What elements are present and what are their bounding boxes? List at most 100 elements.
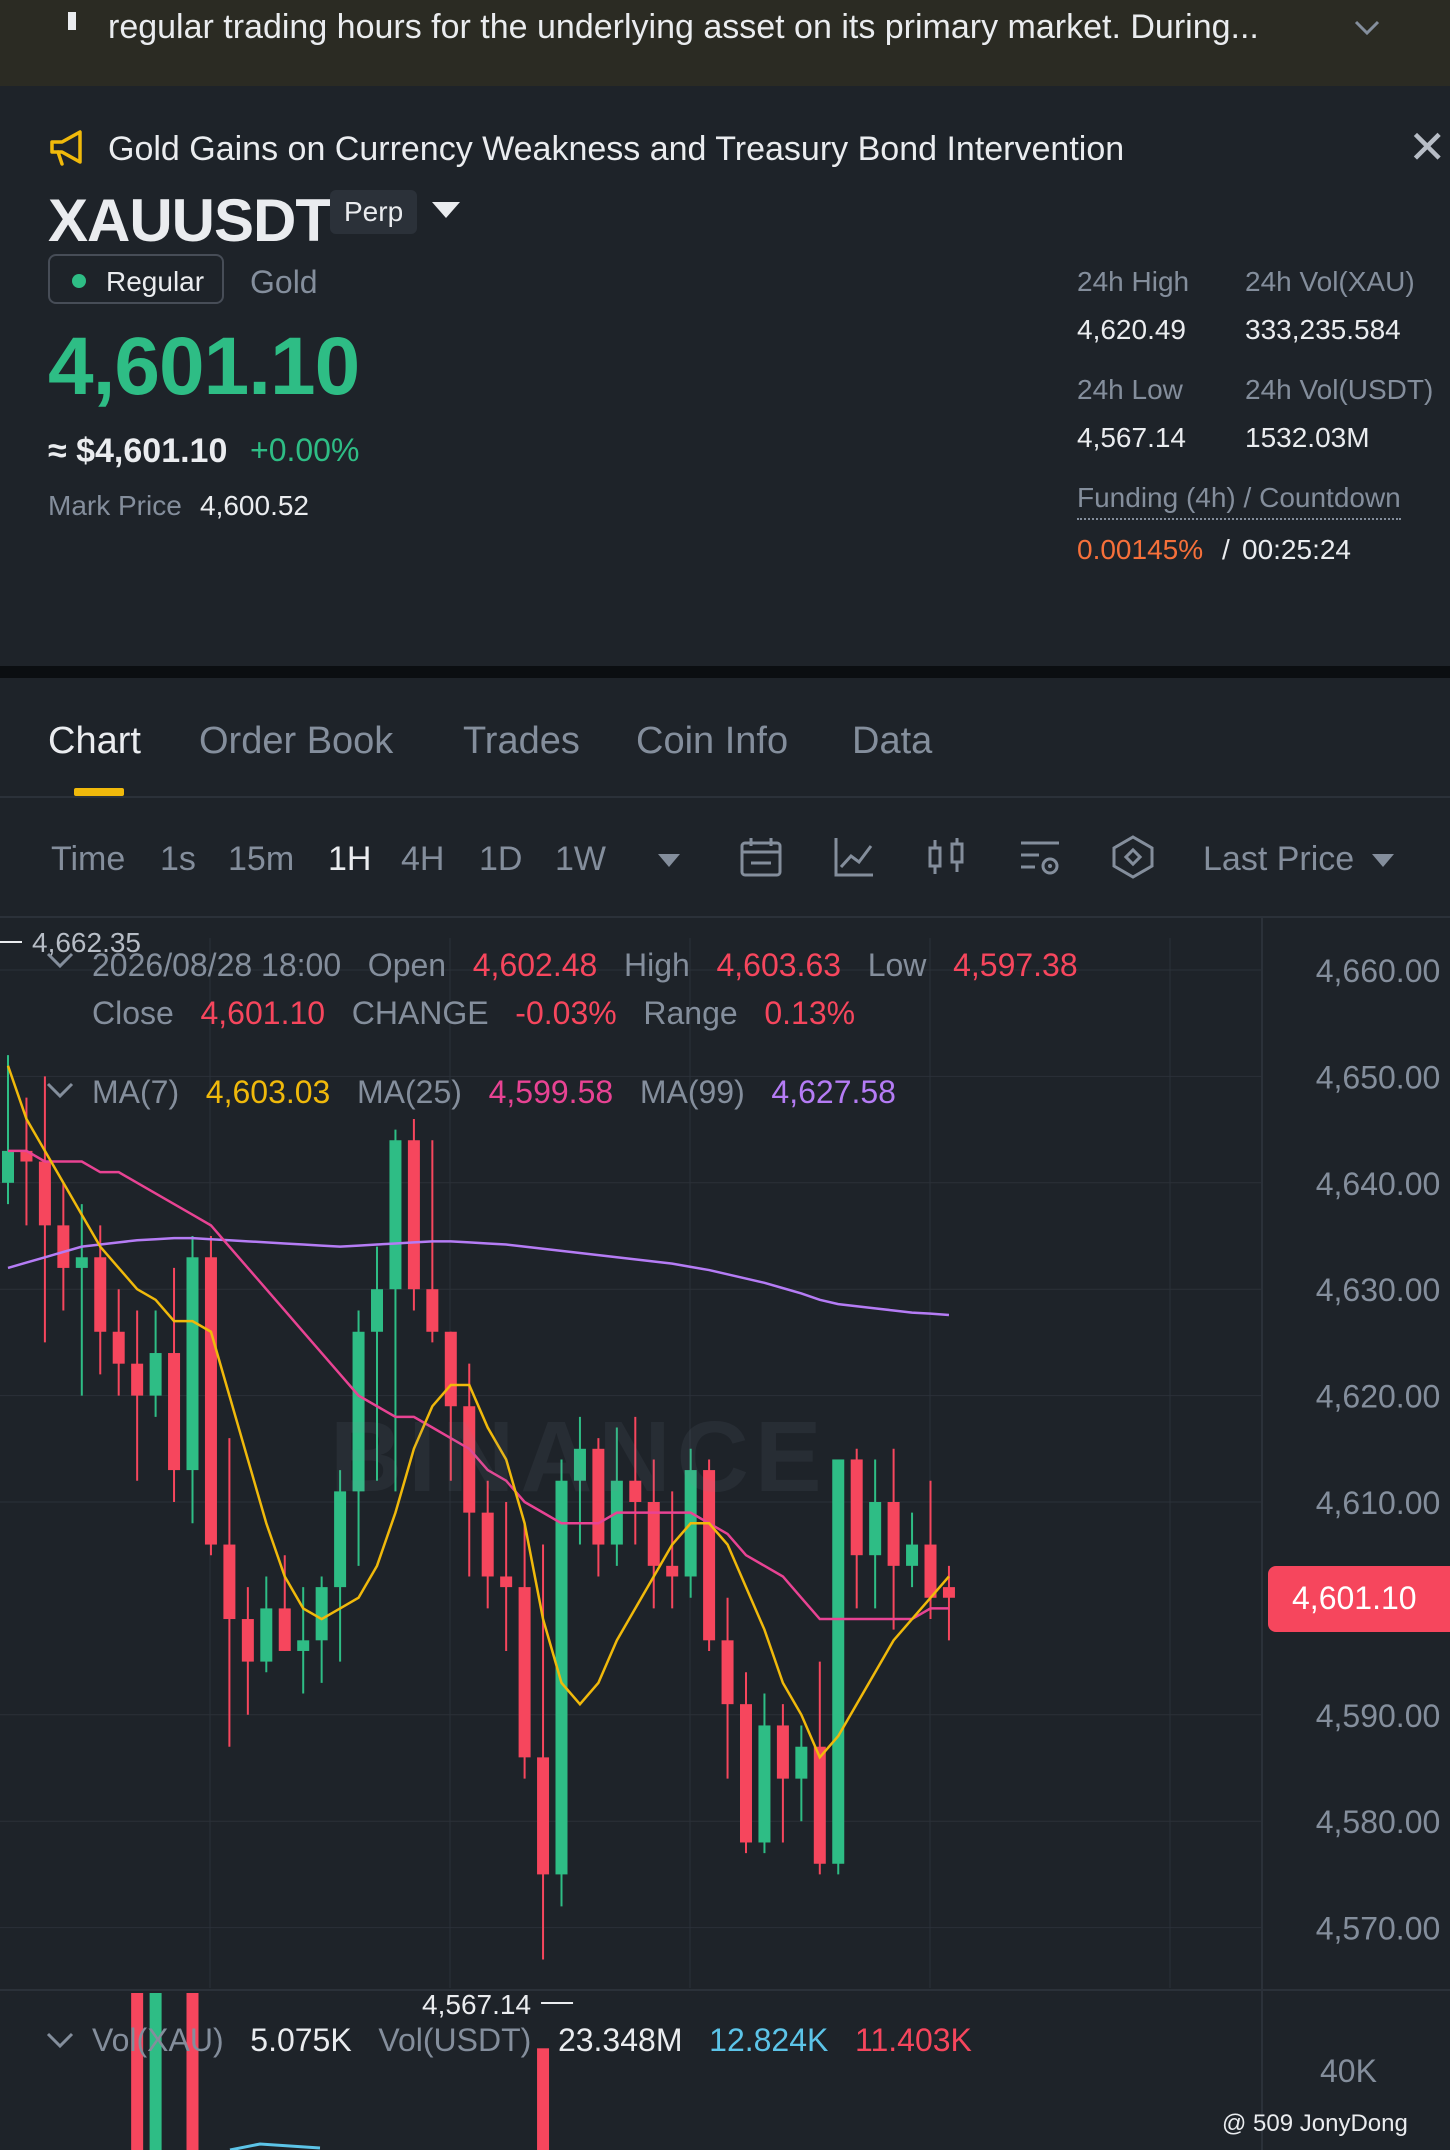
session-label: Regular <box>106 266 205 297</box>
candle-body <box>942 1587 955 1598</box>
megaphone-icon <box>50 130 82 166</box>
price-type-dropdown-icon[interactable] <box>1372 854 1394 867</box>
candle-body <box>168 1353 181 1471</box>
timeframe-1s[interactable]: 1s <box>160 840 196 879</box>
funding-label[interactable]: Funding (4h) / Countdown <box>1077 482 1401 520</box>
timeframe-1d[interactable]: 1D <box>479 840 522 879</box>
time-label[interactable]: Time <box>51 840 125 879</box>
timeframe-4h[interactable]: 4H <box>401 840 444 879</box>
vol-ma-b: 11.403K <box>855 2022 972 2058</box>
ma99-line <box>7 1236 950 1317</box>
candle-body <box>758 1725 771 1843</box>
low-value-ohlc: 4,597.38 <box>953 947 1078 983</box>
high-value: 4,620.49 <box>1077 314 1186 345</box>
current-price-tag: 4,601.10 <box>1268 1566 1450 1632</box>
section-divider <box>0 666 1450 678</box>
depth-icon[interactable] <box>1110 834 1156 880</box>
ma25-line <box>8 1149 949 1621</box>
candle-body <box>740 1704 752 1843</box>
disclaimer-banner[interactable]: regular trading hours for the underlying… <box>0 0 1450 86</box>
price-type-select[interactable]: Last Price <box>1203 840 1354 879</box>
candle-body <box>38 1161 51 1226</box>
candle-body <box>813 1746 826 1864</box>
approx-usd: ≈ $4,601.10 <box>48 432 228 470</box>
candle-body <box>389 1140 402 1290</box>
change-label: CHANGE <box>351 995 489 1031</box>
funding-rate: 0.00145% <box>1077 534 1204 565</box>
volume-ma-line <box>229 2142 321 2150</box>
chevron-down-icon[interactable] <box>1352 16 1382 40</box>
candle-body <box>666 1565 679 1577</box>
more-timeframes-icon[interactable] <box>658 854 680 867</box>
high-value-ohlc: 4,603.63 <box>716 947 842 983</box>
candle-body <box>869 1502 882 1556</box>
contract-badge: Perp <box>330 190 418 234</box>
candle-body <box>260 1608 273 1662</box>
min-marker-label: 4,567.14 <box>422 1989 531 2020</box>
timeframe-15m[interactable]: 15m <box>228 840 294 879</box>
tab-data[interactable]: Data <box>852 720 932 763</box>
calendar-icon[interactable] <box>738 834 784 880</box>
volume-bar <box>131 1993 144 2150</box>
ma99-value: 4,627.58 <box>771 1074 896 1110</box>
indicator-chart-icon[interactable] <box>831 834 877 880</box>
tab-chart[interactable]: Chart <box>48 720 141 763</box>
candle-body <box>57 1225 70 1268</box>
tab-bar: Chart Order Book Trades Coin Info Data <box>0 678 1450 798</box>
banner-marker <box>68 12 76 30</box>
high-label-ohlc: High <box>623 947 690 983</box>
candle-body <box>832 1459 845 1864</box>
candle-style-icon[interactable] <box>924 834 970 880</box>
chart-toolbar: Time 1s 15m 1H 4H 1D 1W Last Price <box>0 798 1450 918</box>
vol-usdt-label: 24h Vol(USDT) <box>1245 374 1434 405</box>
y-tick-label: 4,650.00 <box>1316 1059 1441 1095</box>
ma7-label: MA(7) <box>92 1074 180 1110</box>
session-badge: Regular <box>48 254 224 304</box>
symbol-name[interactable]: XAUUSDT <box>48 186 332 255</box>
tab-order-book[interactable]: Order Book <box>199 720 393 763</box>
chevron-down-icon <box>46 2032 74 2049</box>
y-tick-label: 4,640.00 <box>1316 1166 1441 1202</box>
vol-xau-value: 333,235.584 <box>1245 314 1401 345</box>
chevron-down-icon <box>46 1082 74 1099</box>
vol-xau-label-chart: Vol(XAU) <box>92 2022 224 2058</box>
candle-body <box>776 1725 789 1779</box>
tab-coin-info[interactable]: Coin Info <box>636 720 788 763</box>
y-tick-label: 4,620.00 <box>1316 1379 1441 1415</box>
funding-countdown: 00:25:24 <box>1242 534 1351 565</box>
y-tick-label: 4,590.00 <box>1316 1698 1441 1734</box>
tab-trades[interactable]: Trades <box>463 720 580 763</box>
vol-ma-a: 12.824K <box>709 2022 829 2058</box>
timeframe-1w[interactable]: 1W <box>555 840 606 879</box>
candle-body <box>149 1353 162 1396</box>
high-label: 24h High <box>1077 266 1190 297</box>
candle-body <box>481 1512 494 1577</box>
candle-body <box>94 1257 107 1332</box>
chart-settings-icon[interactable] <box>1017 834 1063 880</box>
candle-body <box>2 1150 14 1183</box>
candle-body <box>426 1289 439 1332</box>
candle-body <box>444 1331 457 1407</box>
mark-price-label: Mark Price <box>48 490 182 521</box>
close-value: 4,601.10 <box>200 995 326 1031</box>
y-tick-label: 4,580.00 <box>1316 1804 1441 1840</box>
change-percent: +0.00% <box>250 432 360 468</box>
close-icon[interactable]: ✕ <box>1408 124 1447 170</box>
banner-text: regular trading hours for the underlying… <box>108 8 1259 46</box>
vol-xau-value-chart: 5.075K <box>250 2022 352 2058</box>
candle-body <box>315 1587 328 1641</box>
news-headline[interactable]: Gold Gains on Currency Weakness and Trea… <box>108 130 1124 169</box>
current-price-tag-label: 4,601.10 <box>1292 1580 1417 1616</box>
timeframe-1h[interactable]: 1H <box>328 840 371 879</box>
ohlc-date: 2026/08/28 18:00 <box>92 947 342 983</box>
watermark-credit: @ 509 JonyDong <box>1222 2110 1408 2137</box>
candle-body <box>795 1746 808 1779</box>
change-value: -0.03% <box>515 995 617 1031</box>
volume-bar <box>149 1993 162 2150</box>
candle-body <box>500 1576 513 1588</box>
mark-price-value: 4,600.52 <box>200 490 309 521</box>
candle-body <box>906 1544 919 1566</box>
symbol-dropdown-icon[interactable] <box>432 202 460 218</box>
ohlc-row-1: 2026/08/28 18:00 Open 4,602.48 High 4,60… <box>92 947 1078 984</box>
y-tick-label: 4,570.00 <box>1316 1911 1441 1947</box>
